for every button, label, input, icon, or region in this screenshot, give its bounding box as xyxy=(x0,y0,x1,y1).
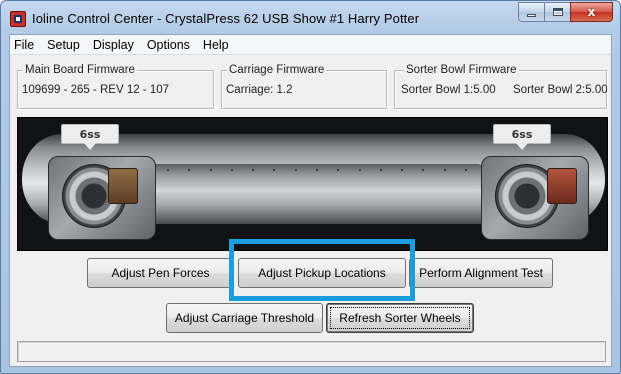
carriage-firmware-label: Carriage Firmware xyxy=(227,63,327,77)
sorter-bowl-firmware-label: Sorter Bowl Firmware xyxy=(404,63,519,77)
close-button[interactable]: x xyxy=(570,2,613,22)
menu-help[interactable]: Help xyxy=(197,35,236,55)
minimize-icon xyxy=(527,13,536,17)
sorter-bowl-firmware-group: Sorter Bowl Firmware Sorter Bowl 1:5.00 … xyxy=(394,63,608,109)
window-controls: x xyxy=(518,2,613,22)
carriage-firmware-value: Carriage: 1.2 xyxy=(226,84,293,96)
ioline-app-icon[interactable] xyxy=(10,11,26,27)
adjust-pickup-locations-button[interactable]: Adjust Pickup Locations xyxy=(238,258,406,288)
menu-setup[interactable]: Setup xyxy=(41,35,87,55)
menu-display[interactable]: Display xyxy=(87,35,141,55)
refresh-sorter-wheels-button[interactable]: Refresh Sorter Wheels xyxy=(326,303,474,333)
right-sorter-bowl xyxy=(475,134,595,240)
app-window: Ioline Control Center - CrystalPress 62 … xyxy=(0,0,621,374)
minimize-button[interactable] xyxy=(518,2,544,22)
right-bowl-bracket xyxy=(547,168,577,204)
rail-slot xyxy=(152,164,482,190)
left-bowl-bracket xyxy=(108,168,138,204)
machine-image: 6ss 6ss xyxy=(17,117,608,251)
menu-bar: File Setup Display Options Help xyxy=(10,35,611,55)
maximize-button[interactable] xyxy=(544,2,570,22)
adjust-carriage-threshold-button[interactable]: Adjust Carriage Threshold xyxy=(166,303,323,333)
status-bar xyxy=(17,341,606,362)
left-sorter-bowl xyxy=(42,134,162,240)
title-bar[interactable]: Ioline Control Center - CrystalPress 62 … xyxy=(1,1,620,34)
sorter-bowl-2-value: Sorter Bowl 2:5.00 xyxy=(513,84,608,96)
refresh-sorter-wheels-label: Refresh Sorter Wheels xyxy=(339,311,461,325)
close-icon: x xyxy=(587,5,596,19)
sorter-bowl-1-value: Sorter Bowl 1:5.00 xyxy=(401,84,496,96)
window-title: Ioline Control Center - CrystalPress 62 … xyxy=(32,11,420,26)
menu-options[interactable]: Options xyxy=(141,35,197,55)
menu-file[interactable]: File xyxy=(10,35,41,55)
left-bowl-label: 6ss xyxy=(61,124,119,150)
client-area: File Setup Display Options Help Main Boa… xyxy=(9,34,612,367)
perform-alignment-test-button[interactable]: Perform Alignment Test xyxy=(409,258,553,288)
carriage-firmware-group: Carriage Firmware Carriage: 1.2 xyxy=(221,63,387,109)
maximize-icon xyxy=(552,8,563,16)
adjust-pen-forces-button[interactable]: Adjust Pen Forces xyxy=(87,258,234,288)
rail-markings xyxy=(167,169,467,177)
main-board-firmware-value: 109699 - 265 - REV 12 - 107 xyxy=(22,84,170,96)
right-bowl-label: 6ss xyxy=(493,124,551,150)
main-board-firmware-group: Main Board Firmware 109699 - 265 - REV 1… xyxy=(17,63,214,109)
main-board-firmware-label: Main Board Firmware xyxy=(23,63,137,77)
